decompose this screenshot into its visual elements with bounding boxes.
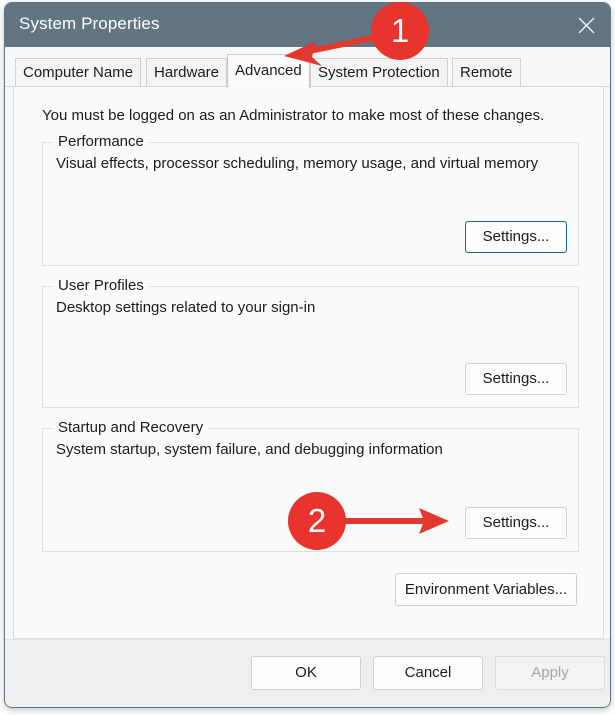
group-performance: Performance Visual effects, processor sc… bbox=[42, 133, 579, 266]
group-startup-and-recovery-description: System startup, system failure, and debu… bbox=[56, 441, 443, 458]
dialog-footer: OK Cancel Apply bbox=[5, 639, 610, 707]
advanced-tab-panel: You must be logged on as an Administrato… bbox=[13, 87, 604, 639]
tab-computer-name[interactable]: Computer Name bbox=[15, 58, 142, 87]
group-performance-description: Visual effects, processor scheduling, me… bbox=[56, 155, 539, 172]
tab-system-protection[interactable]: System Protection bbox=[310, 58, 448, 87]
group-startup-and-recovery-title: Startup and Recovery bbox=[53, 419, 209, 436]
group-performance-title: Performance bbox=[53, 133, 149, 150]
ok-button[interactable]: OK bbox=[251, 656, 361, 690]
tab-remote[interactable]: Remote bbox=[452, 58, 521, 87]
tab-advanced[interactable]: Advanced bbox=[227, 54, 310, 88]
tab-hardware[interactable]: Hardware bbox=[146, 58, 228, 87]
group-user-profiles-description: Desktop settings related to your sign-in bbox=[56, 299, 316, 316]
user-profiles-settings-button[interactable]: Settings... bbox=[465, 363, 567, 395]
startup-recovery-settings-button[interactable]: Settings... bbox=[465, 507, 567, 539]
group-user-profiles: User Profiles Desktop settings related t… bbox=[42, 277, 579, 408]
system-properties-window: System Properties Computer Name Hardware… bbox=[4, 2, 611, 708]
environment-variables-button[interactable]: Environment Variables... bbox=[395, 573, 577, 606]
tab-strip: Computer Name Hardware Advanced System P… bbox=[5, 47, 610, 88]
title-bar: System Properties bbox=[5, 3, 610, 47]
cancel-button[interactable]: Cancel bbox=[373, 656, 483, 690]
administrator-notice: You must be logged on as an Administrato… bbox=[42, 107, 545, 124]
group-user-profiles-title: User Profiles bbox=[53, 277, 149, 294]
apply-button: Apply bbox=[495, 656, 605, 690]
close-button[interactable] bbox=[563, 3, 610, 47]
performance-settings-button[interactable]: Settings... bbox=[465, 221, 567, 253]
group-startup-and-recovery: Startup and Recovery System startup, sys… bbox=[42, 419, 579, 552]
window-title: System Properties bbox=[19, 14, 160, 33]
